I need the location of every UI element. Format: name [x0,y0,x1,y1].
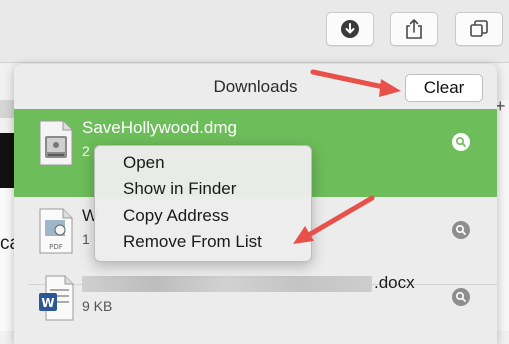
annotation-arrows [293,69,401,244]
arrow-to-remove-from-list [293,195,375,244]
arrow-to-clear-button [310,69,401,97]
